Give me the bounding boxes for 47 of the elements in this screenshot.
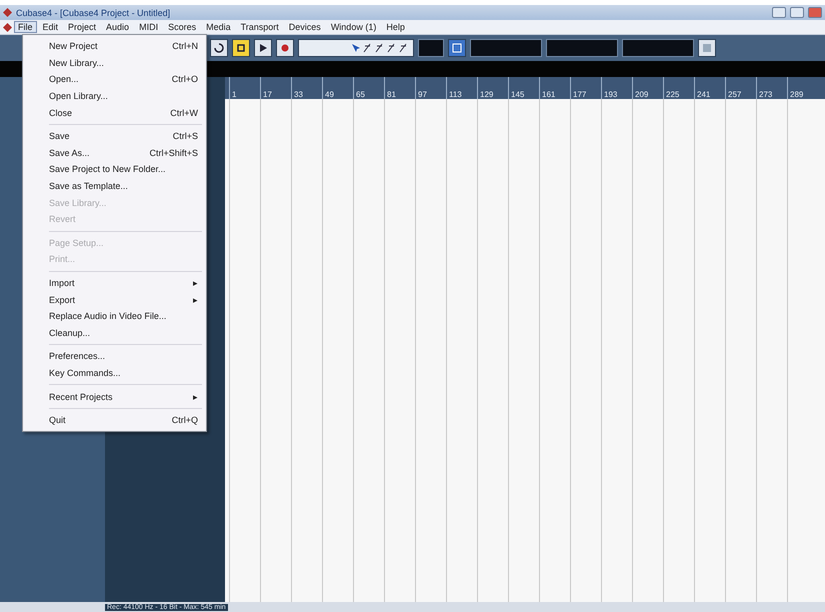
record-icon[interactable] — [279, 42, 291, 54]
display — [622, 39, 694, 57]
play-icon[interactable] — [257, 42, 269, 54]
cycle-button[interactable] — [210, 39, 228, 57]
menu-item[interactable]: Media — [202, 21, 235, 33]
menu-entry[interactable]: Quit Ctrl+Q — [23, 412, 206, 428]
menu-entry[interactable]: Recent Projects ▸ — [23, 388, 206, 405]
menu-item[interactable]: Scores — [164, 21, 200, 33]
menu-entry[interactable]: Preferences... — [23, 348, 206, 365]
menu-item[interactable]: Project — [64, 21, 100, 33]
menu-entry[interactable]: Save as Template... — [23, 178, 206, 194]
menu-item[interactable]: Transport — [236, 21, 283, 33]
snap-button[interactable] — [448, 39, 466, 57]
stop-button[interactable] — [232, 39, 250, 57]
menu-entry[interactable]: Replace Audio in Video File... — [23, 308, 206, 324]
menu-entry[interactable]: Export ▸ — [23, 291, 206, 308]
play-button[interactable] — [254, 39, 272, 57]
menu-item[interactable]: Window (1) — [326, 21, 380, 33]
menu-entry[interactable]: Open Library... — [23, 88, 206, 104]
menu-entry[interactable]: Save As... Ctrl+Shift+S — [23, 144, 206, 162]
menu-item[interactable]: Help — [382, 21, 409, 33]
menu-item[interactable]: Audio — [102, 21, 134, 33]
menu-entry[interactable]: Key Commands... — [23, 364, 206, 382]
menu-entry[interactable]: Close Ctrl+W — [23, 104, 206, 121]
stop-icon[interactable] — [235, 42, 247, 54]
grid-icon[interactable] — [451, 42, 463, 54]
display — [470, 39, 542, 57]
menu-entry[interactable]: Cleanup... — [23, 324, 206, 342]
display — [418, 39, 444, 57]
menu-item[interactable]: Devices — [284, 21, 325, 33]
menu-entry[interactable]: Save Project to New Folder... — [23, 161, 206, 178]
menu-entry[interactable]: Save Ctrl+S — [23, 128, 206, 145]
display — [546, 39, 618, 57]
record-button[interactable] — [276, 39, 294, 57]
color-button[interactable] — [698, 39, 716, 57]
menu-entry[interactable]: New Library... — [23, 54, 206, 72]
window-title: Cubase4 - [Cubase4 Project - Untitled] — [16, 8, 172, 18]
menu-item[interactable]: Edit — [38, 21, 62, 33]
maximize-button[interactable] — [790, 7, 804, 18]
loop-icon[interactable] — [213, 42, 225, 54]
menu-entry[interactable]: Import ▸ — [23, 274, 206, 292]
minimize-button[interactable] — [772, 7, 786, 18]
menu-entry[interactable]: New Project Ctrl+N — [23, 38, 206, 55]
tool-palette[interactable] — [298, 39, 414, 57]
menu-item[interactable]: File — [14, 21, 37, 33]
menu-entry[interactable]: Open... Ctrl+O — [23, 71, 206, 88]
menu-item[interactable]: MIDI — [135, 21, 162, 33]
